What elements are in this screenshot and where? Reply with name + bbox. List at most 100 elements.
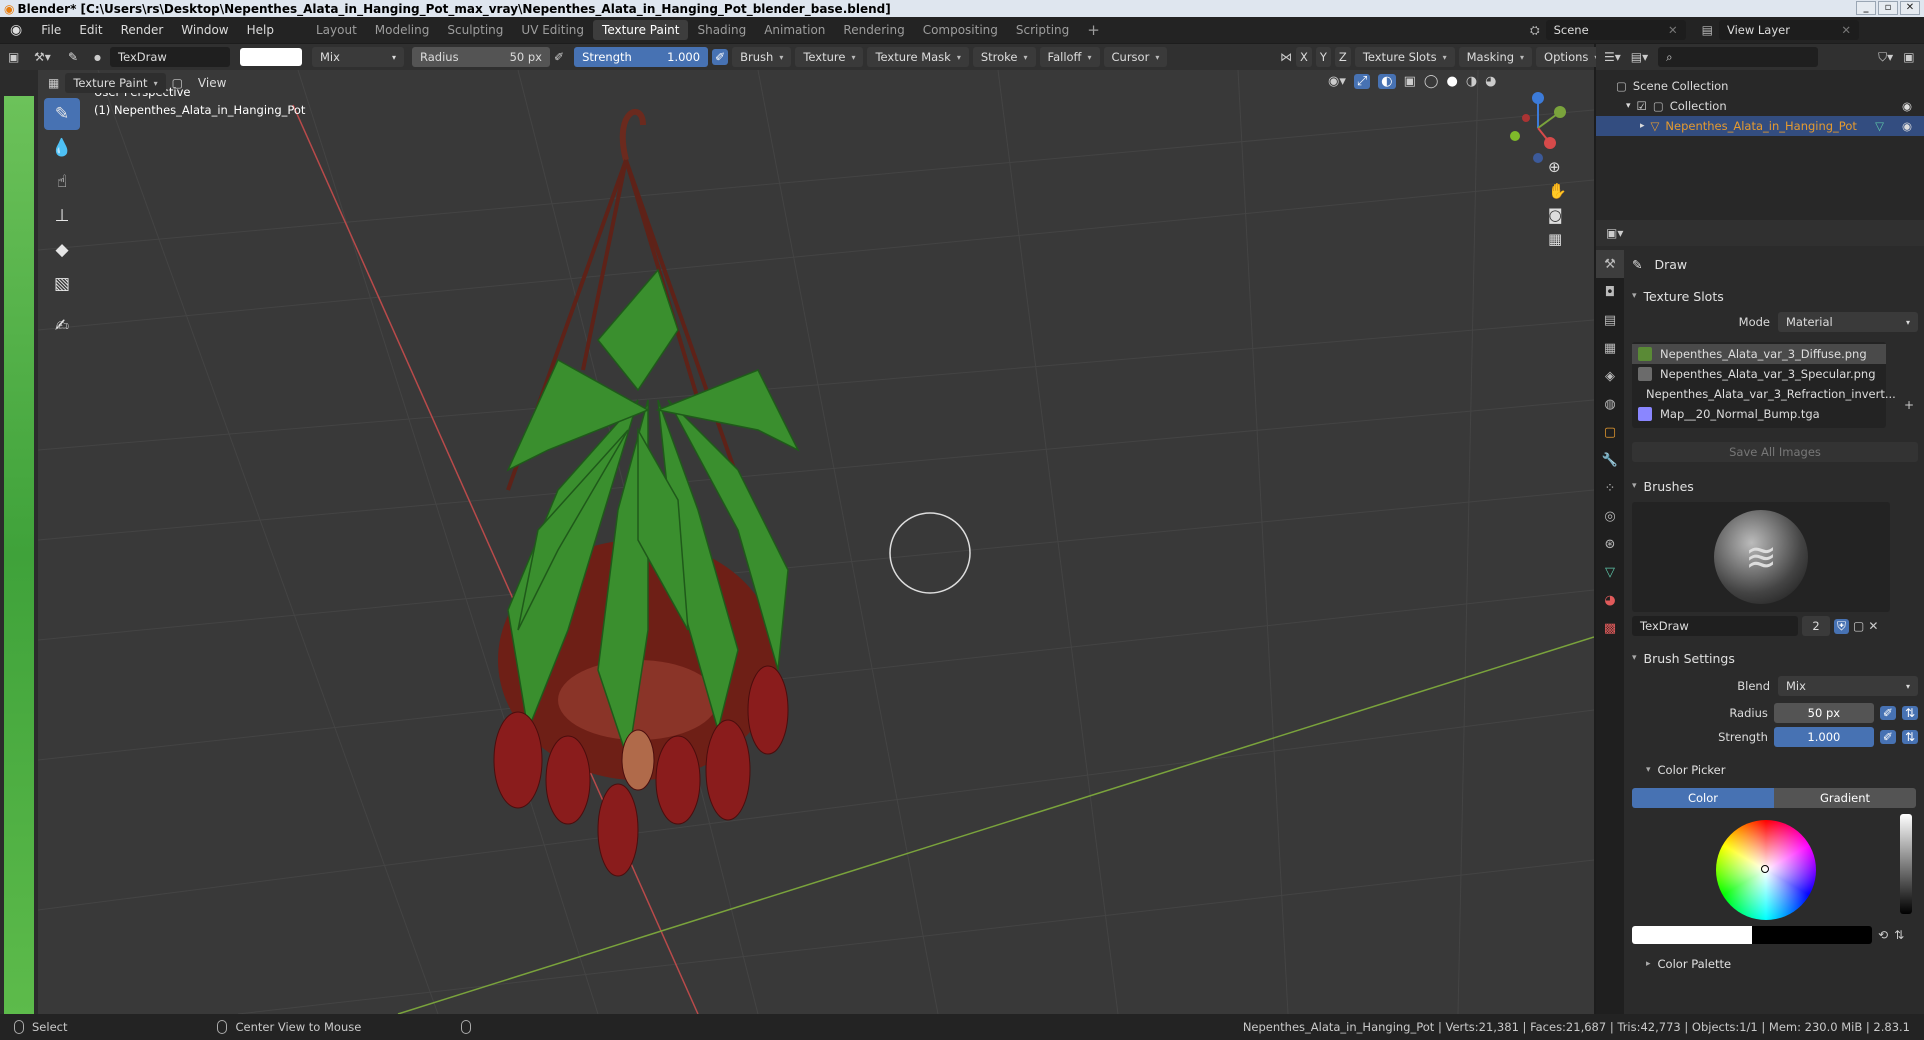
expand-icon[interactable]: ▸ — [1640, 121, 1645, 131]
pressure-icon[interactable]: ✐ — [554, 50, 564, 64]
modifier-tab-icon[interactable]: 🔧 — [1596, 446, 1624, 474]
blend-mode-dropdown[interactable]: Mix ▾ — [312, 47, 404, 67]
camera-icon[interactable]: ◙ — [1548, 206, 1567, 224]
brush-users-count[interactable]: 2 — [1802, 616, 1830, 636]
outliner-search-input[interactable]: ⌕ — [1658, 47, 1819, 67]
unified-icon[interactable]: ⇅ — [1901, 730, 1918, 744]
texture-dropdown[interactable]: Texture ▾ — [795, 47, 864, 67]
tab-gradient[interactable]: Gradient — [1774, 788, 1916, 808]
radius-field[interactable]: Radius 50 px — [412, 47, 550, 67]
constraints-tab-icon[interactable]: ⊛ — [1596, 530, 1624, 558]
color-wheel-cursor[interactable] — [1761, 865, 1769, 873]
pressure-icon[interactable]: ✐ — [712, 49, 729, 65]
brush-settings-panel-header[interactable]: ▾ Brush Settings — [1632, 646, 1918, 670]
brushes-panel-header[interactable]: ▾ Brushes — [1632, 474, 1918, 498]
scene-tab-icon[interactable]: ◈ — [1596, 362, 1624, 390]
eye-icon[interactable]: ◉ — [1902, 119, 1912, 133]
mode-dropdown[interactable]: Material ▾ — [1778, 312, 1918, 332]
new-collection-icon[interactable]: ▣ — [1903, 50, 1914, 64]
outliner-scene-collection[interactable]: ▢ Scene Collection — [1616, 76, 1924, 96]
draw-tool-button[interactable]: ✎ — [44, 98, 80, 130]
filter-icon[interactable]: ⛉▾ — [1878, 50, 1893, 65]
close-icon[interactable]: ✕ — [1841, 23, 1851, 37]
secondary-color-swatch[interactable] — [1752, 926, 1872, 944]
falloff-dropdown[interactable]: Falloff ▾ — [1039, 47, 1100, 67]
save-all-images-button[interactable]: Save All Images — [1632, 442, 1918, 462]
menu-render[interactable]: Render — [112, 23, 173, 37]
smear-tool-button[interactable]: ☝ — [44, 166, 80, 198]
editor-type-icon[interactable]: ▣ — [8, 50, 30, 64]
masking-dropdown[interactable]: Masking ▾ — [1458, 47, 1533, 67]
menu-edit[interactable]: Edit — [70, 23, 111, 37]
mode-dropdown[interactable]: Texture Paint ▾ — [65, 73, 166, 93]
cursor-dropdown[interactable]: Cursor ▾ — [1103, 47, 1168, 67]
brush-name-field[interactable]: TexDraw — [1632, 616, 1798, 636]
texture-mask-dropdown[interactable]: Texture Mask ▾ — [867, 47, 969, 67]
clone-tool-button[interactable]: ⊥ — [44, 200, 80, 232]
add-workspace-button[interactable]: + — [1078, 18, 1109, 42]
brush-dropdown[interactable]: Brush ▾ — [732, 47, 792, 67]
symmetry-icon[interactable]: ⋈ — [1280, 50, 1292, 64]
blend-dropdown[interactable]: Mix ▾ — [1778, 676, 1918, 696]
3d-viewport[interactable]: User Perspective (1) Nepenthes_Alata_in_… — [38, 70, 1594, 1014]
navigation-gizmo[interactable] — [1498, 88, 1578, 168]
brush-name-field[interactable]: TexDraw — [110, 47, 230, 67]
annotate-tool-button[interactable]: ✍ — [44, 310, 80, 342]
texture-slot-item[interactable]: Map__20_Normal_Bump.tga — [1632, 404, 1886, 424]
scene-selector[interactable]: Scene ✕ — [1545, 20, 1686, 40]
menu-window[interactable]: Window — [172, 23, 237, 37]
axis-x-toggle[interactable]: X — [1296, 47, 1312, 67]
outliner-type-icon[interactable]: ☰▾ — [1604, 50, 1621, 64]
tab-rendering[interactable]: Rendering — [834, 20, 913, 40]
tab-compositing[interactable]: Compositing — [914, 20, 1007, 40]
mask-toggle-icon[interactable]: ▢ — [172, 76, 183, 90]
strength-field[interactable]: Strength 1.000 — [574, 47, 709, 67]
texture-slots-panel-header[interactable]: ▾ Texture Slots — [1632, 284, 1918, 308]
scene-icon[interactable]: ⛭ — [1530, 23, 1540, 38]
outliner-collection-row[interactable]: ▾ ☑ ▢ Collection ◉ — [1616, 96, 1924, 116]
fake-user-icon[interactable]: ⛨ — [1834, 618, 1850, 634]
object-tab-icon[interactable]: ▢ — [1596, 418, 1624, 446]
menu-file[interactable]: File — [32, 23, 70, 37]
output-tab-icon[interactable]: ▤ — [1596, 306, 1624, 334]
pressure-icon[interactable]: ✐ — [1879, 730, 1896, 744]
particles-tab-icon[interactable]: ⁘ — [1596, 474, 1624, 502]
tab-sculpting[interactable]: Sculpting — [438, 20, 512, 40]
tab-texture-paint[interactable]: Texture Paint — [593, 20, 689, 40]
tool-settings-icon[interactable]: ⚒▾ — [34, 50, 64, 64]
unified-icon[interactable]: ⇅ — [1901, 706, 1918, 720]
pressure-icon[interactable]: ✐ — [1879, 706, 1896, 720]
texture-slot-item[interactable]: Nepenthes_Alata_var_3_Specular.png — [1632, 364, 1886, 384]
texture-slot-item[interactable]: Nepenthes_Alata_var_3_Refraction_invert.… — [1632, 384, 1896, 404]
expand-icon[interactable]: ▾ — [1626, 101, 1631, 111]
minimize-button[interactable]: _ — [1856, 1, 1876, 15]
data-tab-icon[interactable]: ▽ — [1596, 558, 1624, 586]
texture-tab-icon[interactable]: ▩ — [1596, 614, 1624, 642]
primary-color-swatch[interactable] — [1632, 926, 1752, 944]
texture-slot-item[interactable]: Nepenthes_Alata_var_3_Diffuse.png — [1632, 344, 1886, 364]
tool-tab-icon[interactable]: ⚒ — [1596, 250, 1624, 278]
unified-icon[interactable]: ⇅ — [1894, 928, 1904, 942]
brush-color-swatch[interactable] — [240, 48, 302, 66]
strength-field[interactable]: 1.000 — [1773, 727, 1874, 747]
material-tab-icon[interactable]: ◕ — [1596, 586, 1624, 614]
value-slider[interactable] — [1900, 814, 1912, 914]
view-layer-tab-icon[interactable]: ▦ — [1596, 334, 1624, 362]
stroke-dropdown[interactable]: Stroke ▾ — [972, 47, 1036, 67]
view-layer-selector[interactable]: View Layer ✕ — [1718, 20, 1859, 40]
radius-field[interactable]: 50 px — [1773, 703, 1874, 723]
axis-y-toggle[interactable]: Y — [1315, 47, 1331, 67]
duplicate-icon[interactable]: ▢ — [1853, 619, 1864, 633]
checkbox-icon[interactable]: ☑ — [1637, 99, 1647, 113]
grid-icon[interactable]: ▦ — [1548, 230, 1567, 248]
outliner-object-row[interactable]: ▸ ▽ Nepenthes_Alata_in_Hanging_Pot ▽ ◉ — [1596, 116, 1924, 136]
add-slot-icon[interactable]: + — [1904, 398, 1914, 412]
close-icon[interactable]: ✕ — [1868, 619, 1878, 633]
display-mode-icon[interactable]: ▤▾ — [1631, 50, 1648, 64]
color-palette-panel-header[interactable]: ▸ Color Palette — [1632, 952, 1918, 976]
blender-menu-icon[interactable]: ◉ — [0, 22, 32, 38]
tab-shading[interactable]: Shading — [688, 20, 755, 40]
fill-tool-button[interactable]: ◆ — [44, 234, 80, 266]
hand-pan-icon[interactable]: ✋ — [1548, 182, 1567, 200]
axis-z-toggle[interactable]: Z — [1334, 47, 1351, 67]
